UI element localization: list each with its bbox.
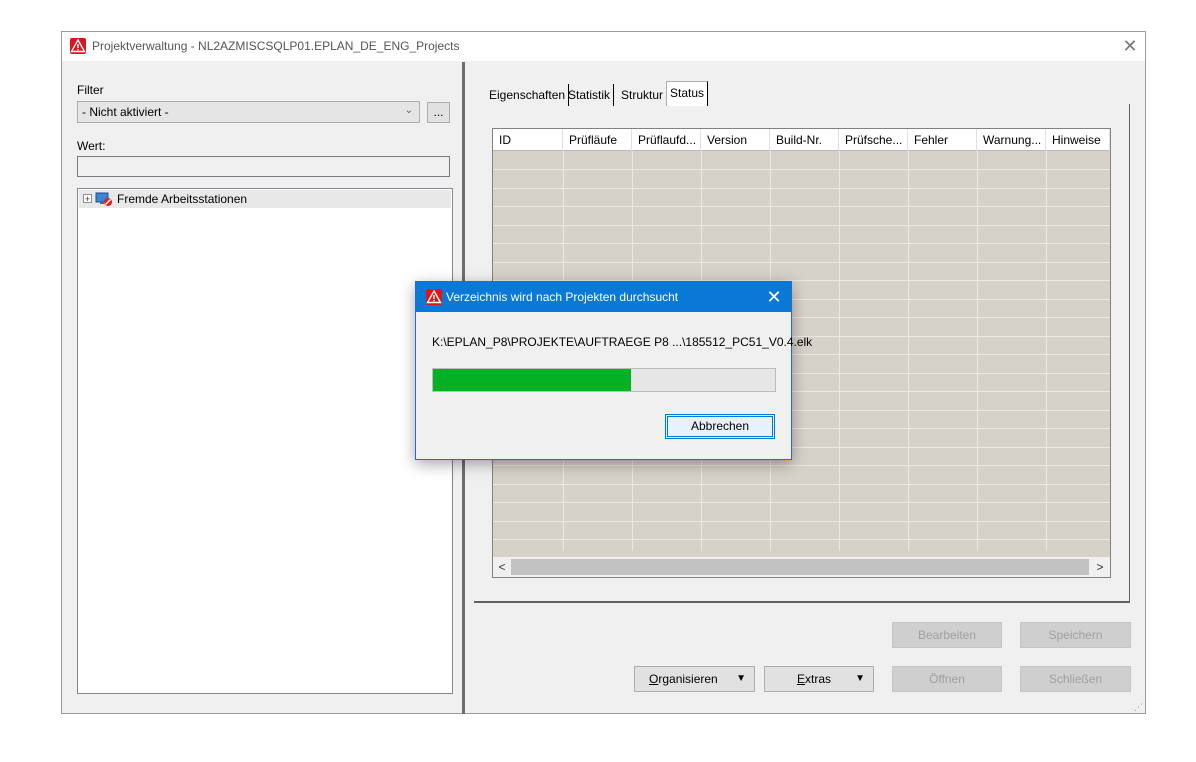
scroll-right-arrow[interactable]: > [1091, 557, 1109, 577]
filter-dropdown[interactable]: - Nicht aktiviert - ⌄ [77, 101, 420, 123]
search-progress-dialog: Verzeichnis wird nach Projekten durchsuc… [415, 281, 812, 460]
tree-item-label: Fremde Arbeitsstationen [117, 192, 248, 206]
grid-header: ID Prüfläufe Prüflaufd... Version Build-… [493, 129, 1110, 151]
window-title: Projektverwaltung - NL2AZMISCSQLP01.EPLA… [92, 39, 460, 53]
column-header-fehler[interactable]: Fehler [908, 129, 977, 151]
filter-label: Filter [77, 83, 104, 97]
dialog-title: Verzeichnis wird nach Projekten durchsuc… [446, 290, 679, 304]
value-label: Wert: [77, 139, 106, 153]
grid-row-line [493, 484, 1110, 485]
column-header-build-nr[interactable]: Build-Nr. [770, 129, 839, 151]
tab-statistik[interactable]: Statistik [565, 84, 615, 106]
eplan-warning-icon [70, 38, 86, 54]
value-input[interactable] [77, 156, 450, 177]
column-header-id[interactable]: ID [493, 129, 563, 151]
grid-column-line [908, 151, 909, 551]
column-header-hinweise[interactable]: Hinweise [1046, 129, 1110, 151]
oeffnen-button[interactable]: Öffnen [892, 666, 1002, 692]
bearbeiten-button[interactable]: Bearbeiten [892, 622, 1002, 648]
expand-plus-icon[interactable]: + [83, 194, 92, 204]
column-header-version[interactable]: Version [701, 129, 770, 151]
organisieren-dropdown-button[interactable]: Organisieren ▼ [634, 666, 755, 692]
chevron-down-icon: ⌄ [404, 105, 413, 116]
horizontal-scrollbar[interactable]: < > [493, 557, 1110, 577]
filter-dropdown-value: - Nicht aktiviert - [82, 105, 169, 119]
scrollbar-thumb[interactable] [511, 559, 1089, 575]
schliessen-button[interactable]: Schließen [1020, 666, 1131, 692]
speichern-button[interactable]: Speichern [1020, 622, 1131, 648]
progress-bar [432, 368, 776, 392]
window-close-button[interactable]: ✕ [1118, 35, 1142, 57]
grid-row-line [493, 539, 1110, 540]
grid-row-line [493, 206, 1110, 207]
organisieren-label: Organisieren [649, 672, 718, 686]
filter-more-button[interactable]: ... [427, 102, 450, 123]
grid-column-line [1046, 151, 1047, 551]
dialog-titlebar: Verzeichnis wird nach Projekten durchsuc… [416, 282, 791, 312]
extras-label: Extras [797, 672, 832, 686]
column-header-pruefschema[interactable]: Prüfsche... [839, 129, 908, 151]
grid-row-line [493, 169, 1110, 170]
grid-row-line [493, 188, 1110, 189]
dropdown-arrow-icon: ▼ [736, 673, 746, 684]
resize-grip-icon[interactable]: ⋰ [1134, 702, 1144, 712]
tab-struktur[interactable]: Struktur [618, 84, 668, 106]
grid-row-line [493, 243, 1110, 244]
grid-row-line [493, 225, 1110, 226]
grid-row-line [493, 502, 1110, 503]
current-path-text: K:\EPLAN_P8\PROJEKTE\AUFTRAEGE P8 ...\18… [432, 335, 813, 349]
progress-bar-fill [433, 369, 631, 391]
grid-row-line [493, 465, 1110, 466]
grid-row-line [493, 262, 1110, 263]
tree-item-foreign-workstations[interactable]: + Fremde Arbeitsstationen [79, 190, 451, 208]
grid-column-line [977, 151, 978, 551]
dropdown-arrow-icon: ▼ [855, 673, 865, 684]
tab-eigenschaften[interactable]: Eigenschaften [486, 84, 570, 106]
eplan-warning-icon [426, 289, 442, 305]
scroll-left-arrow[interactable]: < [493, 557, 511, 577]
workstation-blocked-icon [95, 191, 113, 207]
grid-row-line [493, 521, 1110, 522]
extras-dropdown-button[interactable]: Extras ▼ [764, 666, 874, 692]
column-header-pruflaeufe[interactable]: Prüfläufe [563, 129, 632, 151]
abbrechen-button[interactable]: Abbrechen [665, 414, 775, 439]
tab-status[interactable]: Status [666, 81, 709, 106]
project-tree[interactable]: + Fremde Arbeitsstationen [77, 188, 453, 694]
dialog-close-button[interactable]: ✕ [761, 285, 787, 309]
grid-column-line [839, 151, 840, 551]
column-header-prueflaufdatum[interactable]: Prüflaufd... [632, 129, 701, 151]
window-titlebar: Projektverwaltung - NL2AZMISCSQLP01.EPLA… [62, 32, 1145, 61]
column-header-warnungen[interactable]: Warnung... [977, 129, 1046, 151]
